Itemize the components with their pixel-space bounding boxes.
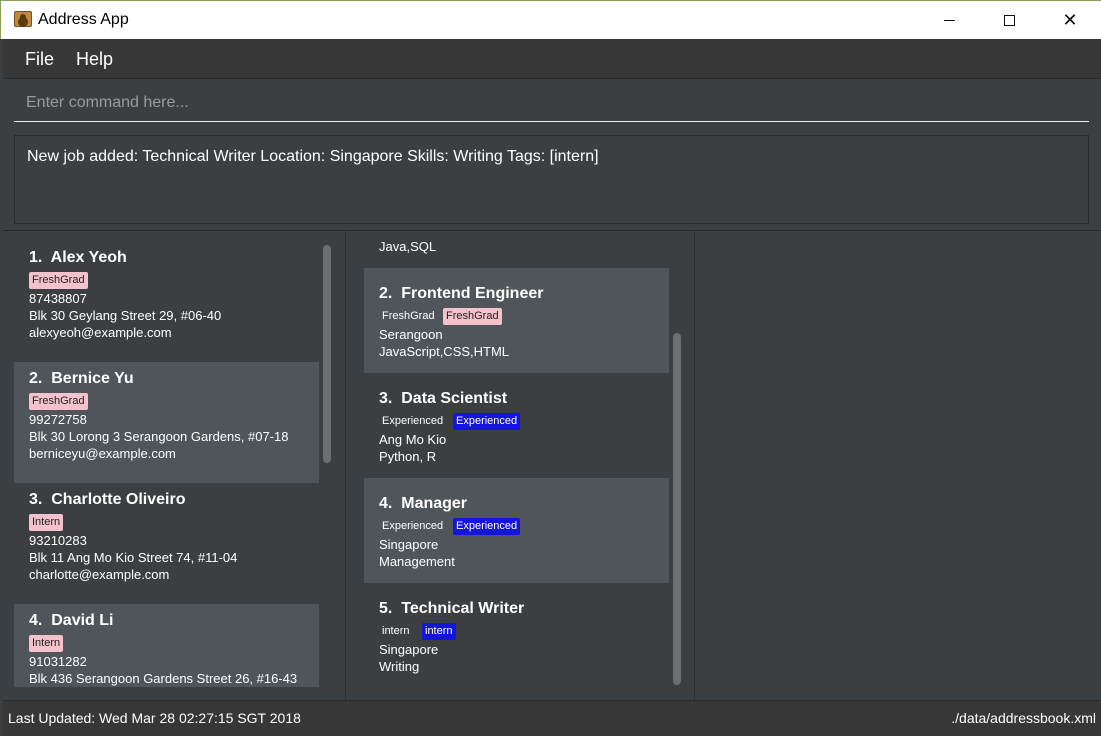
person-tag: Intern <box>29 635 64 652</box>
person-address: Blk 30 Lorong 3 Serangoon Gardens, #07-1… <box>29 429 289 444</box>
address-book-icon <box>14 11 32 27</box>
minimize-icon <box>943 20 955 21</box>
job-tag: Experienced <box>453 413 521 430</box>
job-skills: Management <box>379 554 455 569</box>
job-list[interactable]: Java,SQL 2. Frontend Engineer FreshGrad … <box>364 231 684 689</box>
list-split-pane: 1. Alex Yeoh FreshGrad 87438807 Blk 30 G… <box>3 230 1101 701</box>
result-text: New job added: Technical Writer Location… <box>27 148 599 165</box>
person-card[interactable]: 2. Bernice Yu FreshGrad 99272758 Blk 30 … <box>14 362 319 483</box>
window-title: Address App <box>38 11 129 28</box>
status-bar: Last Updated: Wed Mar 28 02:27:15 SGT 20… <box>3 700 1101 736</box>
result-display: New job added: Technical Writer Location… <box>14 135 1089 224</box>
close-button[interactable]: ✕ <box>1047 1 1093 40</box>
job-level: intern <box>382 625 410 637</box>
job-skills: JavaScript,CSS,HTML <box>379 344 510 359</box>
save-location-status: ./data/addressbook.xml <box>951 710 1096 726</box>
person-phone: 99272758 <box>29 412 87 427</box>
job-level: FreshGrad <box>382 310 435 322</box>
job-title: 4. Manager <box>379 495 468 512</box>
job-title: 5. Technical Writer <box>379 600 525 617</box>
person-name: 1. Alex Yeoh <box>29 249 127 266</box>
job-list-scrollbar[interactable] <box>671 231 681 689</box>
job-card[interactable]: Java,SQL <box>364 231 669 268</box>
maximize-button[interactable] <box>986 1 1032 40</box>
person-card[interactable]: 3. Charlotte Oliveiro Intern 93210283 Bl… <box>14 483 319 604</box>
person-phone: 87438807 <box>29 291 87 306</box>
person-card[interactable]: 4. David Li Intern 91031282 Blk 436 Sera… <box>14 604 319 687</box>
job-location: Singapore <box>379 642 439 657</box>
person-email: berniceyu@example.com <box>29 446 176 461</box>
person-name: 3. Charlotte Oliveiro <box>29 491 186 508</box>
app-window: Address App ✕ File Help New job added: T… <box>0 0 1101 736</box>
job-location: Serangoon <box>379 327 443 342</box>
pane-divider[interactable] <box>694 231 695 701</box>
person-tag: FreshGrad <box>29 393 88 410</box>
person-name: 4. David Li <box>29 612 114 629</box>
person-list-scrollbar[interactable] <box>321 241 331 687</box>
job-card[interactable]: 4. Manager Experienced Experienced Singa… <box>364 478 669 583</box>
job-location: Singapore <box>379 537 439 552</box>
job-card[interactable]: 3. Data Scientist Experienced Experience… <box>364 373 669 478</box>
menu-bar: File Help <box>3 39 1101 79</box>
last-updated-status: Last Updated: Wed Mar 28 02:27:15 SGT 20… <box>8 710 301 726</box>
title-bar: Address App ✕ <box>0 0 1101 39</box>
person-tag: FreshGrad <box>29 272 88 289</box>
job-location: Ang Mo Kio <box>379 432 447 447</box>
close-icon: ✕ <box>1062 10 1078 30</box>
person-card[interactable]: 1. Alex Yeoh FreshGrad 87438807 Blk 30 G… <box>14 241 319 362</box>
job-level: Experienced <box>382 520 444 532</box>
job-tag: Experienced <box>453 518 521 535</box>
person-phone: 93210283 <box>29 533 87 548</box>
menu-help[interactable]: Help <box>76 49 113 70</box>
job-tag: FreshGrad <box>443 308 502 325</box>
job-card[interactable]: 2. Frontend Engineer FreshGrad FreshGrad… <box>364 268 669 373</box>
job-title: 3. Data Scientist <box>379 390 508 407</box>
maximize-icon <box>1003 15 1015 26</box>
person-list[interactable]: 1. Alex Yeoh FreshGrad 87438807 Blk 30 G… <box>14 241 334 687</box>
minimize-button[interactable] <box>926 1 972 40</box>
job-card[interactable]: 5. Technical Writer intern intern Singap… <box>364 583 669 688</box>
job-list-scroll-thumb[interactable] <box>673 333 681 685</box>
job-skills: Writing <box>379 659 420 674</box>
job-title: 2. Frontend Engineer <box>379 285 544 302</box>
person-phone: 91031282 <box>29 654 87 669</box>
command-input[interactable] <box>14 88 1089 122</box>
job-skills: Python, R <box>379 449 437 464</box>
pane-divider[interactable] <box>345 231 346 701</box>
person-email: alexyeoh@example.com <box>29 325 172 340</box>
command-box <box>3 79 1101 129</box>
person-email: charlotte@example.com <box>29 567 170 582</box>
job-level: Experienced <box>382 415 444 427</box>
person-list-scroll-thumb[interactable] <box>323 245 331 463</box>
job-skills: Java,SQL <box>379 239 437 254</box>
person-address: Blk 436 Serangoon Gardens Street 26, #16… <box>29 671 298 686</box>
job-tag: intern <box>422 623 456 640</box>
person-address: Blk 11 Ang Mo Kio Street 74, #11-04 <box>29 550 238 565</box>
person-tag: Intern <box>29 514 64 531</box>
menu-file[interactable]: File <box>25 49 54 70</box>
person-name: 2. Bernice Yu <box>29 370 134 387</box>
person-address: Blk 30 Geylang Street 29, #06-40 <box>29 308 222 323</box>
